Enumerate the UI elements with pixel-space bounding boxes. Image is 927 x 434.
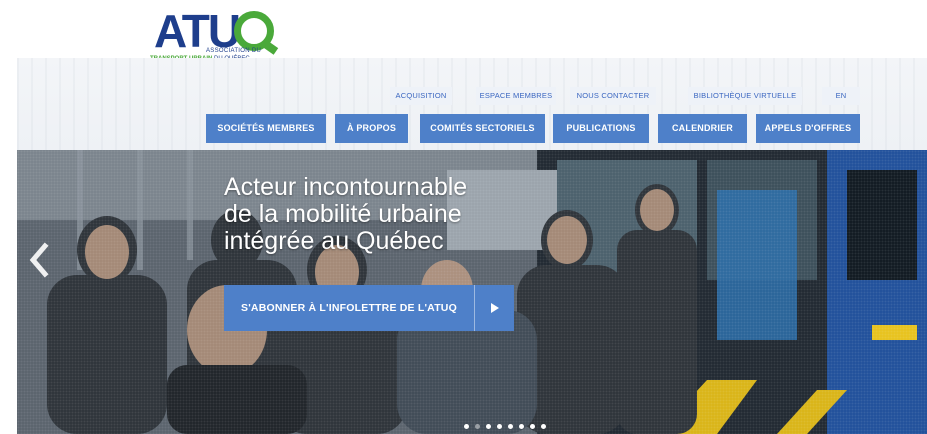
- nav-publications[interactable]: PUBLICATIONS: [553, 114, 649, 143]
- top-link-bibliotheque-virtuelle[interactable]: BIBLIOTHÈQUE VIRTUELLE: [688, 87, 802, 105]
- slider-dot[interactable]: [541, 424, 546, 429]
- slider-dot[interactable]: [530, 424, 535, 429]
- nav-appels-offres[interactable]: APPELS D'OFFRES: [756, 114, 860, 143]
- slider-dot[interactable]: [508, 424, 513, 429]
- logo-tagline-1: ASSOCIATION DU: [206, 48, 262, 54]
- slider-dot[interactable]: [475, 424, 480, 429]
- nav-comites-sectoriels[interactable]: COMITÉS SECTORIELS: [420, 114, 545, 143]
- hero-title-line: Acteur incontournable: [224, 173, 468, 201]
- subscribe-newsletter-button[interactable]: S'ABONNER À L'INFOLETTRE DE L'ATUQ: [224, 285, 514, 331]
- logo-q-ring-icon: [234, 11, 274, 51]
- subscribe-newsletter-label: S'ABONNER À L'INFOLETTRE DE L'ATUQ: [241, 302, 457, 314]
- nav-a-propos[interactable]: À PROPOS: [335, 114, 408, 143]
- nav-calendrier[interactable]: CALENDRIER: [658, 114, 747, 143]
- utility-nav: ACQUISITION ESPACE MEMBRES NOUS CONTACTE…: [0, 87, 927, 105]
- hero-title-line: de la mobilité urbaine: [224, 200, 462, 228]
- top-link-acquisition[interactable]: ACQUISITION: [390, 87, 452, 105]
- slider-dot[interactable]: [497, 424, 502, 429]
- main-nav: SOCIÉTÉS MEMBRES À PROPOS COMITÉS SECTOR…: [0, 114, 927, 143]
- top-link-language-en[interactable]: EN: [822, 87, 860, 105]
- play-icon: [474, 285, 514, 331]
- hero-title: Acteur incontournable de la mobilité urb…: [224, 174, 544, 255]
- slider-dot[interactable]: [486, 424, 491, 429]
- chevron-left-icon[interactable]: [27, 240, 51, 280]
- hero-title-line: intégrée au Québec: [224, 227, 444, 255]
- top-link-espace-membres[interactable]: ESPACE MEMBRES: [476, 87, 556, 105]
- hero-slider: Acteur incontournable de la mobilité urb…: [17, 150, 927, 434]
- nav-societes-membres[interactable]: SOCIÉTÉS MEMBRES: [206, 114, 326, 143]
- slider-dots: [464, 424, 546, 432]
- top-link-nous-contacter[interactable]: NOUS CONTACTER: [570, 87, 656, 105]
- slider-dot[interactable]: [464, 424, 469, 429]
- slider-dot[interactable]: [519, 424, 524, 429]
